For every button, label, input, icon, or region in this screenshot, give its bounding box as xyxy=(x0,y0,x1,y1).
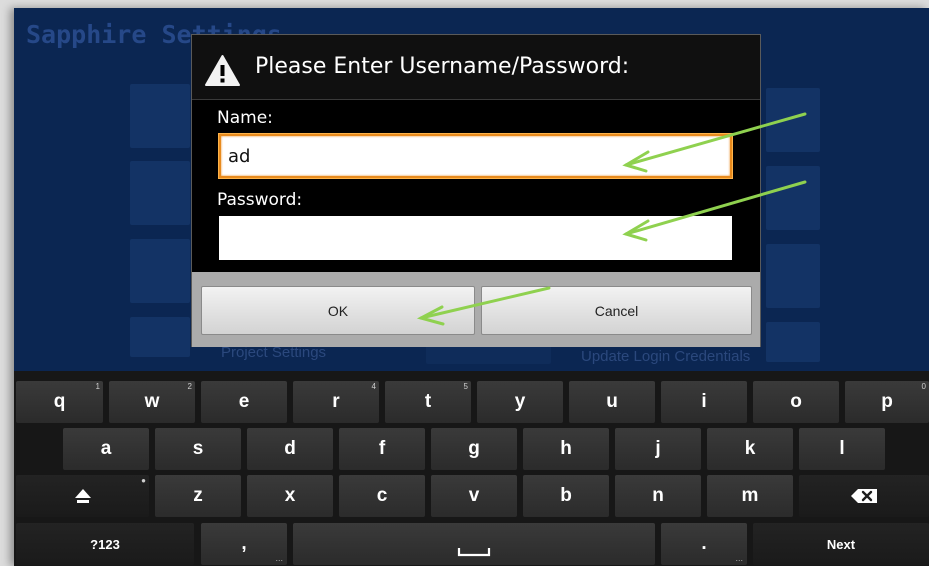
key-r[interactable]: r4 xyxy=(293,381,379,423)
dialog-header: Please Enter Username/Password: xyxy=(192,35,760,100)
key-z[interactable]: z xyxy=(155,475,241,517)
key-label: w xyxy=(144,391,160,412)
space-key[interactable] xyxy=(293,523,655,565)
password-input[interactable] xyxy=(219,216,732,260)
soft-keyboard: q1 w2 e r4 t5 y u i o p0 a s d f g h j k… xyxy=(14,371,929,566)
key-d[interactable]: d xyxy=(247,428,333,470)
comma-key[interactable]: ,... xyxy=(201,523,287,565)
key-label: q xyxy=(53,391,66,412)
password-label: Password: xyxy=(217,190,303,210)
shift-icon xyxy=(74,489,91,503)
key-label: u xyxy=(606,391,618,412)
key-hint: ... xyxy=(735,553,743,563)
key-q[interactable]: q1 xyxy=(16,381,103,423)
delete-key[interactable] xyxy=(799,475,929,517)
key-a[interactable]: a xyxy=(63,428,149,470)
key-label: t xyxy=(424,391,432,412)
key-label: y xyxy=(514,391,526,412)
name-input[interactable] xyxy=(219,134,732,178)
key-label: o xyxy=(790,391,802,412)
key-n[interactable]: n xyxy=(615,475,701,517)
key-j[interactable]: j xyxy=(615,428,701,470)
dialog-button-bar: OK Cancel xyxy=(192,272,760,347)
key-p[interactable]: p0 xyxy=(845,381,929,423)
shift-key[interactable]: ● xyxy=(16,475,149,517)
key-v[interactable]: v xyxy=(431,475,517,517)
key-label: i xyxy=(701,391,707,412)
key-m[interactable]: m xyxy=(707,475,793,517)
key-hint: 2 xyxy=(187,382,192,391)
key-label: r xyxy=(332,391,340,412)
key-h[interactable]: h xyxy=(523,428,609,470)
key-x[interactable]: x xyxy=(247,475,333,517)
key-i[interactable]: i xyxy=(661,381,747,423)
key-u[interactable]: u xyxy=(569,381,655,423)
login-dialog: Please Enter Username/Password: Name: Pa… xyxy=(191,34,761,347)
key-s[interactable]: s xyxy=(155,428,241,470)
key-o[interactable]: o xyxy=(753,381,839,423)
cancel-button[interactable]: Cancel xyxy=(481,286,752,335)
key-t[interactable]: t5 xyxy=(385,381,471,423)
backspace-icon xyxy=(851,489,877,503)
key-label: p xyxy=(881,391,893,412)
key-hint: 1 xyxy=(95,382,100,391)
warning-icon xyxy=(205,55,240,86)
dialog-title: Please Enter Username/Password: xyxy=(255,54,630,79)
key-c[interactable]: c xyxy=(339,475,425,517)
symbols-key[interactable]: ?123 xyxy=(16,523,194,565)
key-w[interactable]: w2 xyxy=(109,381,195,423)
key-k[interactable]: k xyxy=(707,428,793,470)
key-hint: 4 xyxy=(371,382,376,391)
period-key[interactable]: .... xyxy=(661,523,747,565)
dialog-body: Name: Password: xyxy=(192,100,760,272)
ok-button[interactable]: OK xyxy=(201,286,475,335)
key-label: , xyxy=(241,533,247,554)
key-e[interactable]: e xyxy=(201,381,287,423)
name-label: Name: xyxy=(217,108,273,128)
key-b[interactable]: b xyxy=(523,475,609,517)
key-l[interactable]: l xyxy=(799,428,885,470)
shift-lock-indicator: ● xyxy=(141,476,146,485)
key-hint: 0 xyxy=(921,382,926,391)
key-hint: ... xyxy=(275,553,283,563)
key-g[interactable]: g xyxy=(431,428,517,470)
key-y[interactable]: y xyxy=(477,381,563,423)
key-hint: 5 xyxy=(463,382,468,391)
key-f[interactable]: f xyxy=(339,428,425,470)
spacebar-icon xyxy=(457,548,491,557)
key-label: . xyxy=(701,533,707,554)
device-screen: Sapphire Settings Project Settings Updat… xyxy=(14,8,929,566)
next-key[interactable]: Next xyxy=(753,523,929,565)
key-label: e xyxy=(238,391,250,412)
